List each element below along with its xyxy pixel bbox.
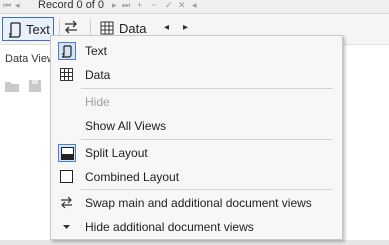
menu-item-label: Show All Views bbox=[85, 119, 167, 133]
open-folder-icon bbox=[5, 82, 19, 92]
text-view-icon bbox=[8, 22, 21, 38]
delete-record-icon[interactable]: − bbox=[151, 0, 156, 12]
next-record-icon[interactable]: ▸ bbox=[112, 0, 117, 12]
menu-item-split-layout[interactable]: Split Layout bbox=[51, 141, 342, 165]
previous-view-icon[interactable]: ◂ bbox=[164, 22, 169, 33]
menu-item-hide: Hide bbox=[51, 90, 342, 114]
data-grid-icon[interactable] bbox=[100, 21, 114, 35]
more-icon[interactable]: ◂ bbox=[192, 0, 197, 12]
cancel-icon[interactable]: ✕ bbox=[178, 0, 186, 12]
combined-layout-icon bbox=[58, 168, 76, 186]
split-layout-icon bbox=[58, 144, 76, 162]
menu-separator bbox=[81, 189, 333, 190]
menu-item-label: Split Layout bbox=[85, 146, 148, 160]
record-navigator: ⏮ ◂ Record 0 of 0 ▸ ⏭ + − ✓ ✕ ◂ bbox=[0, 0, 389, 14]
menu-item-show-all-views[interactable]: Show All Views bbox=[51, 114, 342, 138]
panel-footer bbox=[0, 240, 389, 245]
menu-item-label: Swap main and additional document views bbox=[85, 196, 312, 210]
menu-separator bbox=[81, 139, 333, 140]
menu-item-text[interactable]: Text bbox=[51, 39, 342, 63]
menu-item-label: Hide bbox=[85, 95, 110, 109]
last-record-icon[interactable]: ⏭ bbox=[122, 0, 130, 12]
data-view-panel-title: Data View bbox=[5, 53, 55, 65]
apply-icon[interactable]: ✓ bbox=[165, 0, 173, 12]
menu-item-data[interactable]: Data bbox=[51, 63, 342, 87]
view-options-menu: Text Data Hide Show All Views Split Layo… bbox=[50, 35, 343, 240]
swap-icon bbox=[58, 194, 76, 212]
previous-record-icon[interactable]: ◂ bbox=[15, 0, 20, 12]
next-view-icon[interactable]: ▸ bbox=[183, 22, 188, 33]
panel-toolbar-icons bbox=[5, 80, 41, 92]
first-record-icon[interactable]: ⏮ bbox=[3, 0, 11, 12]
menu-separator bbox=[81, 88, 333, 89]
menu-item-label: Text bbox=[85, 44, 108, 58]
data-view-button[interactable]: Data bbox=[119, 21, 146, 36]
record-counter: Record 0 of 0 bbox=[38, 0, 105, 11]
menu-item-label: Hide additional document views bbox=[85, 220, 254, 234]
menu-item-label: Combined Layout bbox=[85, 170, 180, 184]
add-record-icon[interactable]: + bbox=[137, 0, 142, 12]
triangle-down-icon bbox=[58, 218, 76, 236]
menu-item-combined-layout[interactable]: Combined Layout bbox=[51, 165, 342, 189]
menu-item-label: Data bbox=[85, 68, 111, 82]
data-grid-icon bbox=[58, 66, 76, 84]
menu-item-hide-additional-views[interactable]: Hide additional document views bbox=[51, 215, 342, 239]
text-view-label: Text bbox=[26, 22, 50, 37]
menu-item-swap-views[interactable]: Swap main and additional document views bbox=[51, 191, 342, 215]
swap-icon[interactable] bbox=[64, 20, 78, 34]
save-icon bbox=[29, 80, 41, 92]
text-view-icon bbox=[58, 42, 76, 60]
text-view-button[interactable]: Text bbox=[2, 17, 54, 41]
